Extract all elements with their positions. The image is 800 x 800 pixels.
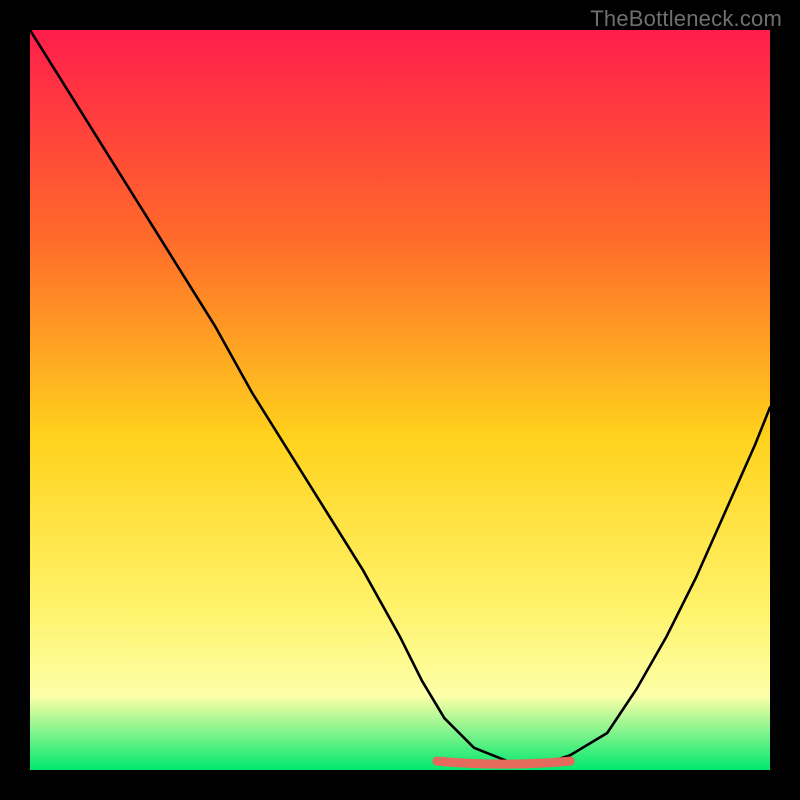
chart-svg [30, 30, 770, 770]
optimal-range-highlight [437, 761, 570, 764]
gradient-background [30, 30, 770, 770]
watermark-text: TheBottleneck.com [590, 6, 782, 32]
chart-frame: TheBottleneck.com [0, 0, 800, 800]
plot-area [30, 30, 770, 770]
